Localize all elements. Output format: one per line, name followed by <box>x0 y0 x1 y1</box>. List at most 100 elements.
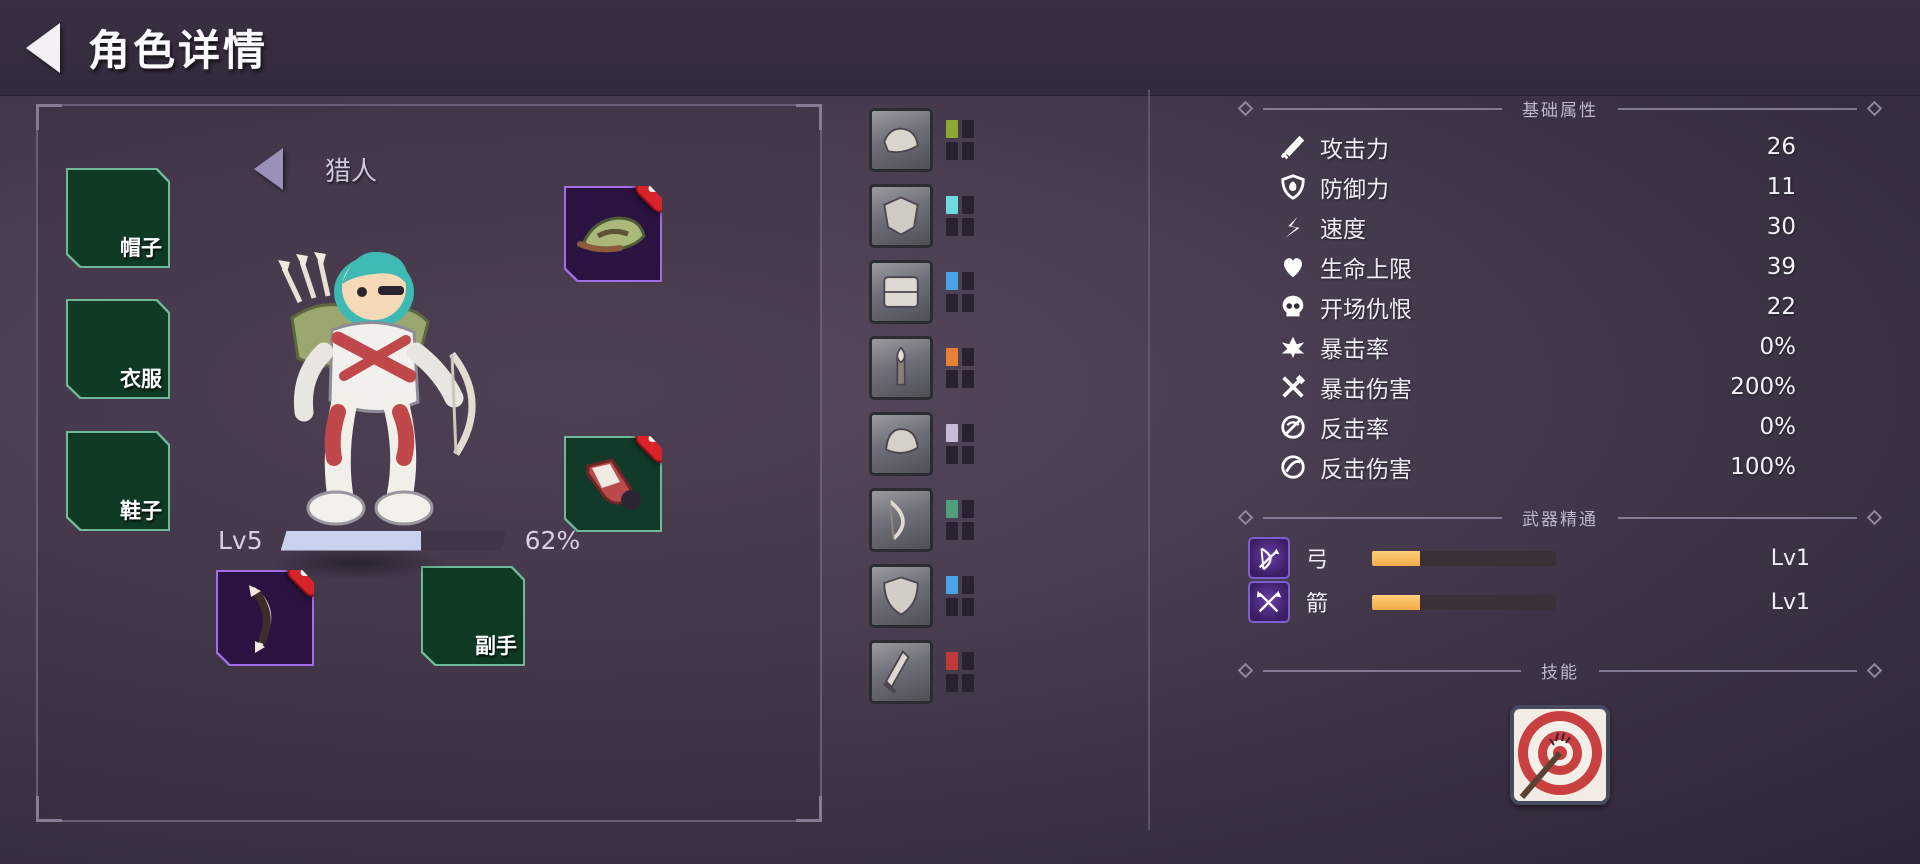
vertical-divider <box>1148 90 1150 830</box>
rule-left <box>1263 107 1502 110</box>
class-name-label: 猎人 <box>325 156 378 187</box>
chevron-left-icon[interactable] <box>254 148 283 190</box>
rarity-pip <box>946 294 958 312</box>
rarity-pip <box>946 500 958 518</box>
equipment-slot-offhand[interactable]: 副手 <box>421 566 525 666</box>
panel-corner-br <box>796 796 822 822</box>
inventory-item-4[interactable] <box>869 336 933 400</box>
rarity-pip <box>946 120 958 138</box>
stat-row: 速度 30 <box>1240 207 1880 247</box>
stat-value: 22 <box>1766 294 1796 320</box>
xp-bar[interactable] <box>281 531 507 551</box>
rule-right <box>1618 107 1857 110</box>
equipment-slot-shoes[interactable]: 鞋子 <box>66 431 170 531</box>
helm-item-icon <box>885 428 919 454</box>
rarity-pip <box>962 576 974 594</box>
stat-value: 39 <box>1766 254 1796 280</box>
boot-speed-icon <box>1278 212 1308 242</box>
rarity-pip <box>946 598 958 616</box>
equipped-boots-slot[interactable] <box>564 436 662 532</box>
section-title: 基础属性 <box>1522 101 1598 121</box>
rarity-pip <box>946 218 958 236</box>
xp-bar-fill <box>281 531 421 551</box>
rarity-pip <box>946 272 958 290</box>
weapon-mastery-header: 武器精通 <box>1237 505 1883 530</box>
mastery-progress-bar <box>1372 594 1556 610</box>
stat-label: 暴击率 <box>1320 337 1389 363</box>
mastery-progress-fill <box>1372 550 1420 566</box>
inventory-row <box>869 108 974 172</box>
rarity-pip <box>962 218 974 236</box>
mastery-list: 弓 Lv1 箭 Lv1 <box>1240 536 1880 624</box>
arrow-mastery-icon[interactable] <box>1248 581 1290 623</box>
stat-value: 0% <box>1759 334 1797 360</box>
attributes-panel: 基础属性 攻击力 26 防御力 11 速度 30 生命上限 39 开场仇恨 22 暴击率 0% 暴击伤害… <box>1237 96 1883 805</box>
inventory-item-5[interactable] <box>869 412 933 476</box>
mastery-name: 箭 <box>1306 592 1329 617</box>
counter-dmg-icon <box>1278 452 1308 482</box>
inventory-column <box>869 108 974 704</box>
stat-row: 开场仇恨 22 <box>1240 287 1880 327</box>
stat-label: 暴击伤害 <box>1320 377 1412 403</box>
stat-value: 30 <box>1766 214 1796 240</box>
rarity-pip <box>946 424 958 442</box>
back-arrow-icon[interactable] <box>26 22 60 73</box>
heart-icon <box>1278 252 1308 282</box>
mastery-level-label: Lv1 <box>1770 589 1810 615</box>
inventory-item-8[interactable] <box>869 640 933 704</box>
inventory-item-3[interactable] <box>869 260 933 324</box>
rarity-pip <box>946 674 958 692</box>
rarity-pip <box>946 370 958 388</box>
page-header: 角色详情 <box>0 0 1920 96</box>
stat-list: 攻击力 26 防御力 11 速度 30 生命上限 39 开场仇恨 22 暴击率 0% 暴击伤害 200% 反… <box>1240 127 1880 487</box>
equipped-hat-slot[interactable] <box>564 186 662 282</box>
equipped-weapon-slot[interactable] <box>216 570 314 666</box>
inventory-row <box>869 488 974 552</box>
equipment-slot-hat[interactable]: 帽子 <box>66 168 170 268</box>
rule-right <box>1599 669 1857 672</box>
stat-value: 26 <box>1766 134 1796 160</box>
stat-label: 生命上限 <box>1320 257 1412 283</box>
stat-value: 0% <box>1759 414 1797 440</box>
stat-row: 反击伤害 100% <box>1240 447 1880 487</box>
mastery-level-label: Lv1 <box>1770 545 1810 571</box>
stat-row: 防御力 11 <box>1240 167 1880 207</box>
counter-rate-icon <box>1278 412 1308 442</box>
equipment-slot-label: 帽子 <box>120 236 162 260</box>
stat-value: 11 <box>1766 174 1796 200</box>
diamond-left-icon <box>1237 100 1254 117</box>
inventory-item-2[interactable] <box>869 184 933 248</box>
bow-item-icon <box>888 499 905 540</box>
crit-dmg-icon <box>1278 372 1308 402</box>
stat-value: 200% <box>1730 374 1796 400</box>
rarity-pip <box>962 598 974 616</box>
equipment-slot-clothes[interactable]: 衣服 <box>66 299 170 399</box>
inventory-item-7[interactable] <box>869 564 933 628</box>
armor-item-icon <box>883 196 919 236</box>
bow-mastery-icon[interactable] <box>1248 537 1290 579</box>
page-title: 角色详情 <box>88 26 269 75</box>
section-title: 技能 <box>1541 663 1579 683</box>
rarity-pip <box>946 576 958 594</box>
section-title: 武器精通 <box>1522 510 1598 530</box>
item-rarity-indicator <box>946 120 974 160</box>
rarity-pip <box>962 196 974 214</box>
item-rarity-indicator <box>946 348 974 388</box>
inventory-item-1[interactable] <box>869 108 933 172</box>
mastery-progress-bar <box>1372 550 1556 566</box>
stat-row: 暴击率 0% <box>1240 327 1880 367</box>
diamond-right-icon <box>1866 662 1883 679</box>
skull-icon <box>1278 292 1308 322</box>
mastery-progress-fill <box>1372 594 1420 610</box>
inventory-item-6[interactable] <box>869 488 933 552</box>
sword-icon <box>1278 132 1308 162</box>
rarity-pip <box>962 294 974 312</box>
mastery-row: 箭 Lv1 <box>1240 580 1880 624</box>
diamond-right-icon <box>1866 100 1883 117</box>
rarity-pip <box>962 652 974 670</box>
rarity-pip <box>962 348 974 366</box>
inventory-row <box>869 412 974 476</box>
bullseye-target-icon[interactable] <box>1510 705 1610 805</box>
panel-corner-bl <box>36 796 62 822</box>
stat-row: 攻击力 26 <box>1240 127 1880 167</box>
